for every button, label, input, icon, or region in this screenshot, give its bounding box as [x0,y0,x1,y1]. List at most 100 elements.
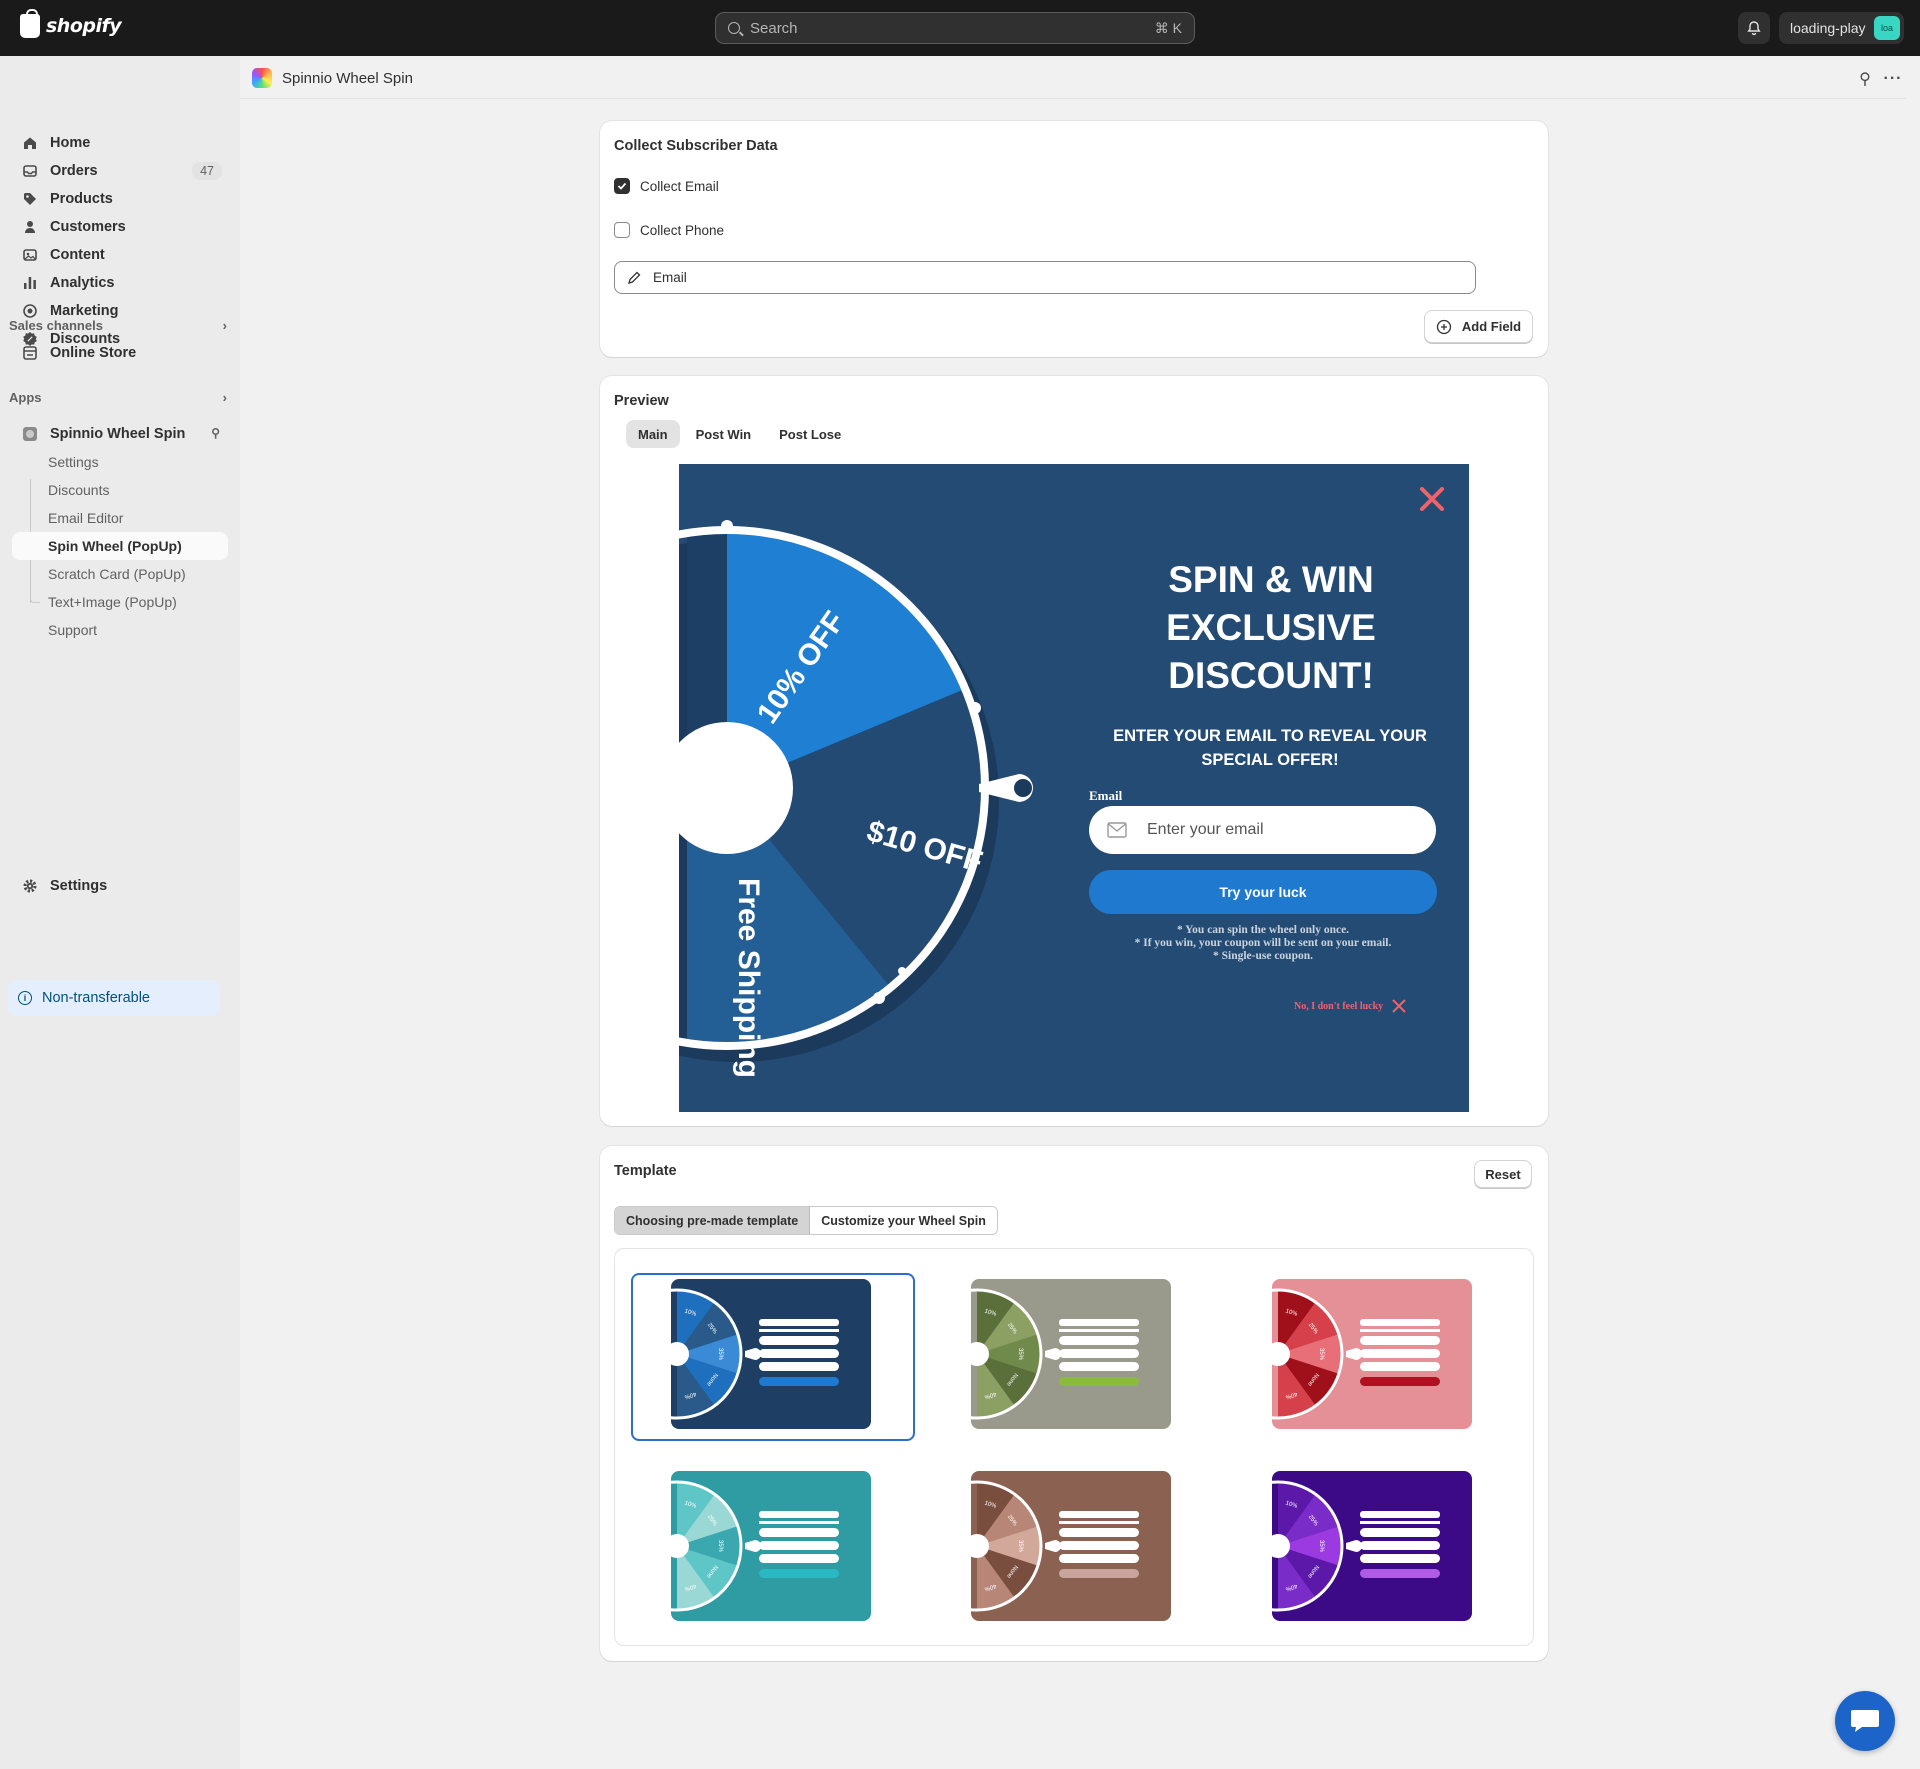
sidebar-item-label: Spinnio Wheel Spin [50,426,186,442]
field-label: Email [653,270,687,285]
template-thumbnail-3[interactable]: 10% 25% 35% None 40% [1272,1279,1472,1429]
preview-card: Preview Main Post Win Post Lose 10% OFF … [600,376,1548,1126]
reset-button[interactable]: Reset [1474,1160,1532,1188]
pencil-icon [628,271,641,284]
orders-count-badge: 47 [192,162,222,180]
collect-email-checkbox[interactable]: Collect Email [614,178,719,194]
tab-customize-wheel[interactable]: Customize your Wheel Spin [810,1207,997,1234]
tab-premade-template[interactable]: Choosing pre-made template [615,1207,811,1234]
app-logo-icon [252,68,272,88]
home-icon [22,135,38,151]
popup-subheadline: ENTER YOUR EMAIL TO REVEAL YOUR SPECIAL … [1113,727,1427,769]
non-transferable-banner[interactable]: i Non-transferable [8,980,220,1016]
chevron-right-icon: › [222,390,227,405]
sidebar-item-label: Customers [50,219,126,235]
sales-channels-header[interactable]: Sales channels › [9,318,227,333]
card-title: Preview [614,393,669,409]
chat-bubble-icon [1851,1710,1879,1732]
sidebar-item-spinnio[interactable]: Spinnio Wheel Spin ⚲ [12,420,228,448]
close-icon [1392,999,1406,1013]
tab-main[interactable]: Main [626,420,680,448]
sidebar-item-analytics[interactable]: Analytics [12,269,228,297]
checkbox-label: Collect Phone [640,222,725,238]
store-icon [22,345,38,361]
more-actions-icon[interactable]: ··· [1881,67,1905,91]
template-thumbnail-2[interactable]: 10% 25% 35% None 40% [971,1279,1171,1429]
info-icon: i [18,991,32,1005]
mini-wheel-preview: 10%25%35%None40% [671,1288,839,1420]
mini-wheel-preview: 10%25%35%None40% [1272,1480,1440,1612]
checkbox-unchecked-icon [614,222,630,238]
search-icon [728,22,740,34]
sidebar-item-home[interactable]: Home [12,129,228,157]
mini-wheel-label: 35% [1017,1540,1023,1553]
close-icon[interactable] [1419,486,1445,512]
sidebar-item-content[interactable]: Content [12,241,228,269]
sidebar-item-label: Content [50,247,105,263]
mini-wheel-label: 35% [717,1540,723,1553]
sidebar-subitem-discounts[interactable]: Discounts [48,482,109,498]
email-input[interactable]: Enter your email [1089,806,1436,854]
sidebar-item-orders[interactable]: Orders 47 [12,157,228,185]
store-name: loading-play [1790,20,1866,36]
try-your-luck-button[interactable]: Try your luck [1089,870,1437,914]
search-bar[interactable]: Search ⌘ K [715,12,1195,44]
sidebar-item-label: Settings [50,878,108,894]
sidebar-subitem-spin-wheel[interactable]: Spin Wheel (PopUp) [12,532,228,560]
mini-wheel-preview: 10%25%35%None40% [971,1480,1139,1612]
add-field-button[interactable]: Add Field [1424,310,1533,343]
mini-wheel-label: 35% [1318,1540,1324,1553]
sidebar-item-online-store[interactable]: Online Store [12,339,228,367]
search-placeholder: Search [750,19,798,37]
sidebar-subitem-settings[interactable]: Settings [48,454,99,470]
popup-notes: * You can spin the wheel only once. * If… [1089,924,1437,963]
store-menu[interactable]: loading-play loa [1779,12,1904,44]
tree-connector [30,595,40,603]
sidebar-item-customers[interactable]: Customers [12,213,228,241]
tab-post-lose[interactable]: Post Lose [767,420,853,448]
email-field-row[interactable]: Email [614,261,1476,294]
sidebar-item-settings[interactable]: Settings [12,872,228,900]
popup-headline: SPIN & WIN EXCLUSIVE DISCOUNT! [1166,559,1376,696]
tab-post-win[interactable]: Post Win [684,420,764,448]
brand-name: shopify [46,15,122,37]
page-title: Spinnio Wheel Spin [252,68,413,88]
shopify-logo[interactable]: shopify [20,9,122,38]
plus-circle-icon [1436,319,1452,334]
template-thumbnail-4[interactable]: 10% 25% 35% None 40% [671,1471,871,1621]
tag-icon [22,191,38,207]
avatar: loa [1874,16,1900,40]
segment-label-3: Free Shipping [732,878,765,1078]
bell-icon [1747,21,1761,36]
sidebar-subitem-support[interactable]: Support [48,622,97,638]
person-icon [22,219,38,235]
template-thumbnail-5[interactable]: 10% 25% 35% None 40% [971,1471,1171,1621]
sidebar-subitem-email-editor[interactable]: Email Editor [48,510,123,526]
sidebar-item-label: Online Store [50,345,137,361]
checkbox-checked-icon [614,178,630,194]
sidebar-item-label: Marketing [50,303,119,319]
apps-header[interactable]: Apps › [9,390,227,405]
button-label: Add Field [1461,319,1522,334]
non-transferable-label: Non-transferable [42,990,150,1006]
template-thumbnail-1[interactable]: 10% 25% 35% None 40% [671,1279,871,1429]
mini-wheel-label: 35% [717,1348,723,1361]
card-title: Collect Subscriber Data [614,138,778,154]
pin-icon[interactable]: ⚲ [211,426,220,440]
sidebar-subitem-scratch-card[interactable]: Scratch Card (PopUp) [48,566,186,582]
sidebar-item-label: Orders [50,163,98,179]
notifications-button[interactable] [1738,12,1770,44]
collect-subscriber-card: Collect Subscriber Data Collect Email Co… [600,121,1548,357]
mail-icon [1107,822,1127,838]
collect-phone-checkbox[interactable]: Collect Phone [614,222,724,238]
chat-button[interactable] [1835,1691,1895,1751]
sidebar-subitem-text-image[interactable]: Text+Image (PopUp) [48,594,177,610]
pin-icon[interactable]: ⚲ [1853,67,1877,91]
email-label: Email [1089,788,1123,803]
sidebar-item-products[interactable]: Products [12,185,228,213]
template-thumbnail-6[interactable]: 10% 25% 35% None 40% [1272,1471,1472,1621]
sidebar: Home Orders 47 Products Customers Conten… [0,56,240,1769]
shopify-bag-icon [20,9,40,38]
no-lucky-link[interactable]: No, I don't feel lucky [1294,998,1407,1014]
sales-channels-label: Sales channels [9,318,103,333]
